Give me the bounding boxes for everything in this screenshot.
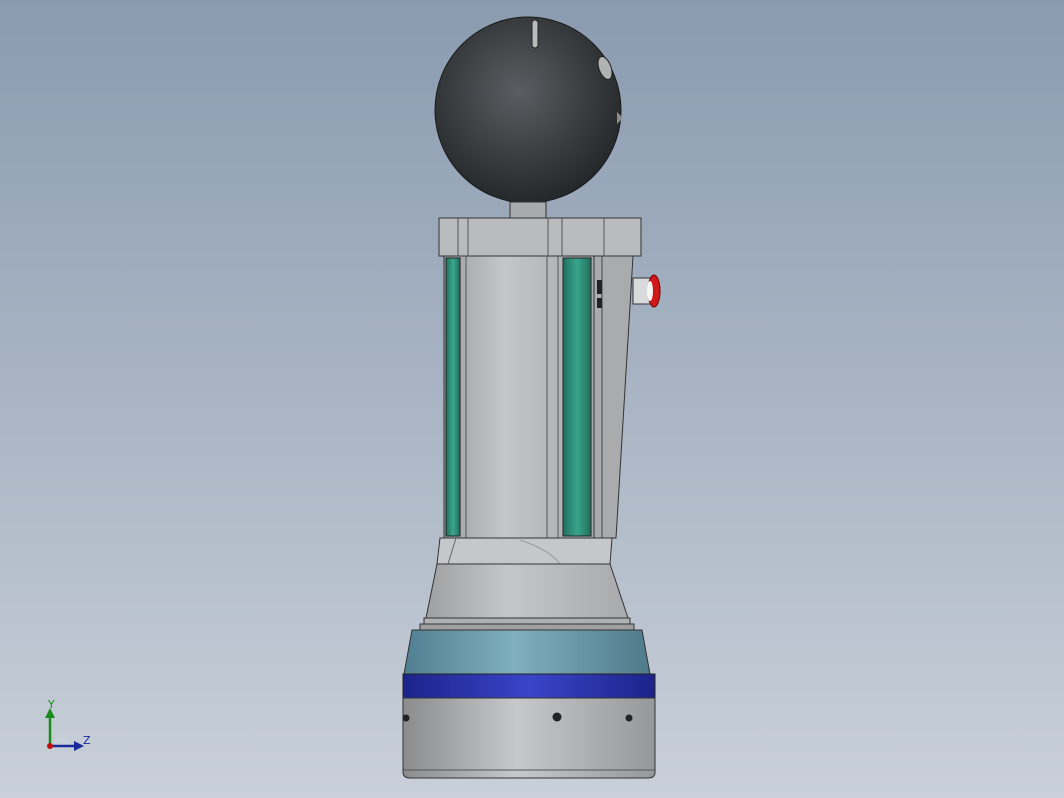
teal-panel-center xyxy=(562,257,592,537)
main-body[interactable] xyxy=(443,255,634,539)
graphics-viewport[interactable]: Y Z xyxy=(0,0,1064,798)
cone-taper xyxy=(425,563,629,619)
base-housing[interactable] xyxy=(402,697,656,779)
y-axis-label: Y xyxy=(48,698,55,711)
3d-model-view[interactable] xyxy=(0,0,1064,798)
base-blue-band xyxy=(402,673,656,699)
sphere-head[interactable] xyxy=(434,16,623,204)
emergency-stop-button[interactable] xyxy=(632,274,661,308)
base-steel-ring xyxy=(403,629,651,675)
coordinate-triad: Y Z xyxy=(38,698,108,758)
top-cap xyxy=(438,217,642,257)
z-axis-label: Z xyxy=(83,734,91,747)
teal-panel-left xyxy=(445,257,461,537)
neck xyxy=(509,201,547,221)
lower-collar xyxy=(436,537,613,565)
